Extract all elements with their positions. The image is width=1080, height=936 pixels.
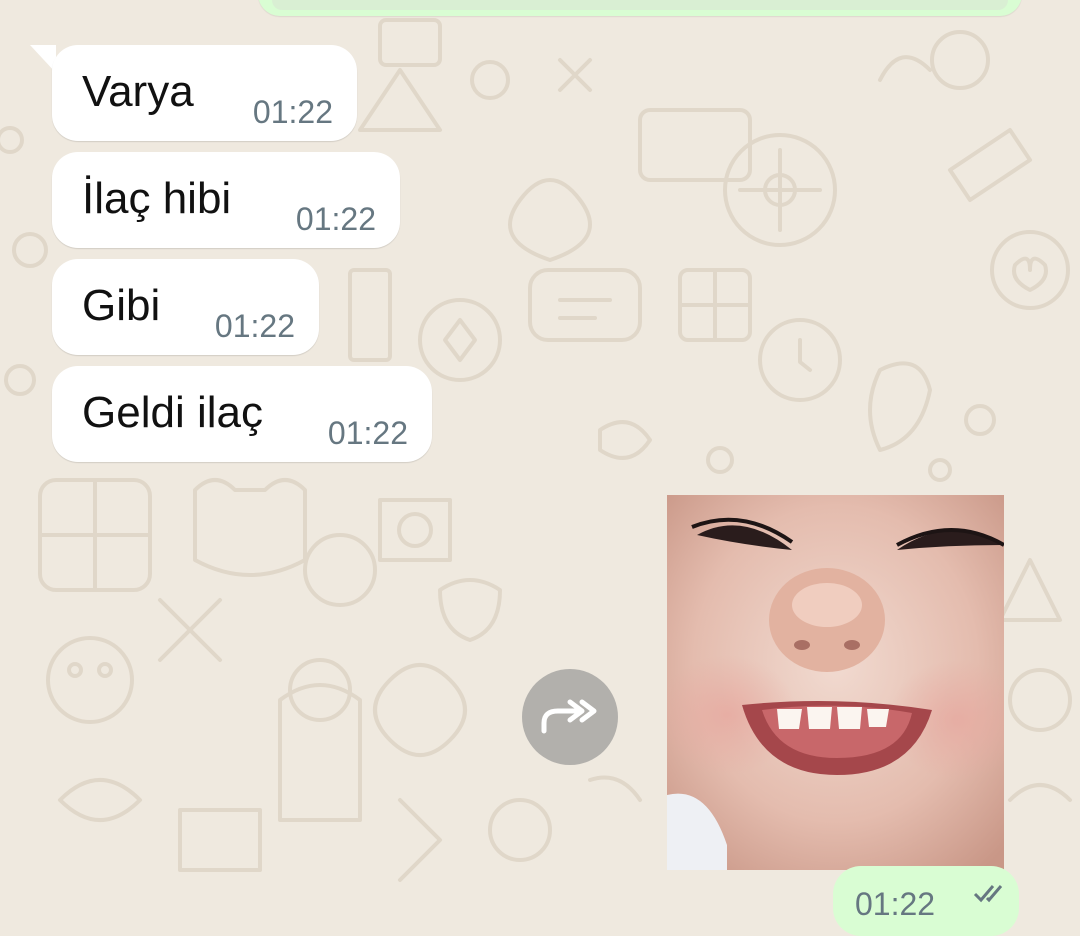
incoming-message[interactable]: Geldi ilaç 01:22 (52, 366, 432, 462)
message-time: 01:22 (214, 308, 295, 344)
outgoing-message-bubble-top[interactable] (258, 0, 1022, 16)
message-time: 01:22 (295, 201, 376, 237)
message-text: Geldi ilaç (82, 388, 263, 437)
message-time: 01:22 (327, 415, 408, 451)
message-time: 01:22 (855, 886, 936, 922)
message-text: İlaç hibi (82, 174, 232, 223)
media-preview-edge (272, 0, 1008, 10)
outgoing-message-bubble[interactable]: 01:22 (833, 866, 1019, 936)
incoming-message[interactable]: Varya 01:22 (52, 45, 357, 141)
message-text: Gibi (82, 281, 161, 330)
forward-button[interactable] (522, 669, 618, 765)
incoming-message[interactable]: İlaç hibi 01:22 (52, 152, 400, 248)
incoming-message[interactable]: Gibi 01:22 (52, 259, 319, 355)
double-check-icon (973, 885, 1003, 903)
photo-message[interactable] (667, 495, 1004, 870)
forward-arrow-icon (541, 699, 597, 734)
message-time: 01:22 (252, 94, 333, 130)
message-text: Varya (82, 67, 194, 116)
baby-smile-photo (667, 495, 1004, 870)
